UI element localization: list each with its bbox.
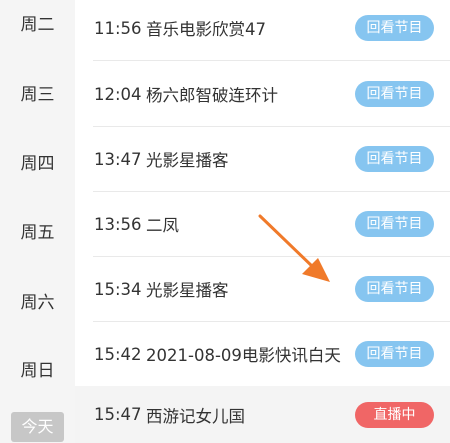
day-tab-sunday[interactable]: 周日 — [0, 356, 75, 381]
program-row[interactable]: 15:42 2021-08-09电影快讯白天 回看节目 — [75, 321, 450, 387]
replay-button[interactable]: 回看节目 — [355, 15, 434, 41]
program-row[interactable]: 15:34 光影星播客 回看节目 — [75, 256, 450, 322]
program-list: 11:56 音乐电影欣赏47 回看节目 12:04 杨六郎智破连环计 回看节目 … — [75, 0, 450, 443]
program-time: 15:47 — [94, 405, 142, 424]
day-tab-thursday[interactable]: 周四 — [0, 149, 75, 174]
program-title: 光影星播客 — [146, 281, 229, 300]
program-time: 12:04 — [94, 84, 142, 104]
program-title: 杨六郎智破连环计 — [146, 86, 278, 105]
program-title: 音乐电影欣赏47 — [146, 20, 266, 39]
program-time: 13:47 — [94, 149, 142, 169]
day-tab-saturday[interactable]: 周六 — [0, 288, 75, 313]
program-row-live[interactable]: 15:47 西游记女儿国 直播中 — [75, 386, 450, 443]
program-title: 二凤 — [146, 216, 179, 235]
live-badge[interactable]: 直播中 — [355, 402, 434, 428]
day-tab-today[interactable]: 今天 — [11, 412, 64, 442]
day-tab-wednesday[interactable]: 周三 — [0, 80, 75, 105]
day-selector: 周二 周三 周四 周五 周六 周日 今天 — [0, 0, 75, 443]
program-row[interactable]: 11:56 音乐电影欣赏47 回看节目 — [75, 0, 450, 61]
program-time: 13:56 — [94, 214, 142, 234]
day-tab-friday[interactable]: 周五 — [0, 218, 75, 243]
replay-button[interactable]: 回看节目 — [355, 211, 434, 237]
program-time: 15:34 — [94, 279, 142, 299]
program-title: 2021-08-09电影快讯白天 — [146, 346, 341, 365]
replay-button[interactable]: 回看节目 — [355, 81, 434, 107]
program-row[interactable]: 12:04 杨六郎智破连环计 回看节目 — [75, 61, 450, 127]
program-time: 11:56 — [94, 18, 142, 38]
program-guide: 周二 周三 周四 周五 周六 周日 今天 11:56 音乐电影欣赏47 回看节目… — [0, 0, 450, 443]
program-title: 西游记女儿国 — [146, 406, 245, 426]
program-title: 光影星播客 — [146, 151, 229, 170]
day-tab-tuesday[interactable]: 周二 — [0, 10, 75, 35]
program-row[interactable]: 13:47 光影星播客 回看节目 — [75, 126, 450, 192]
replay-button[interactable]: 回看节目 — [355, 146, 434, 172]
replay-button[interactable]: 回看节目 — [355, 341, 434, 367]
program-row[interactable]: 13:56 二凤 回看节目 — [75, 191, 450, 257]
program-time: 15:42 — [94, 344, 142, 364]
replay-button[interactable]: 回看节目 — [355, 276, 434, 302]
